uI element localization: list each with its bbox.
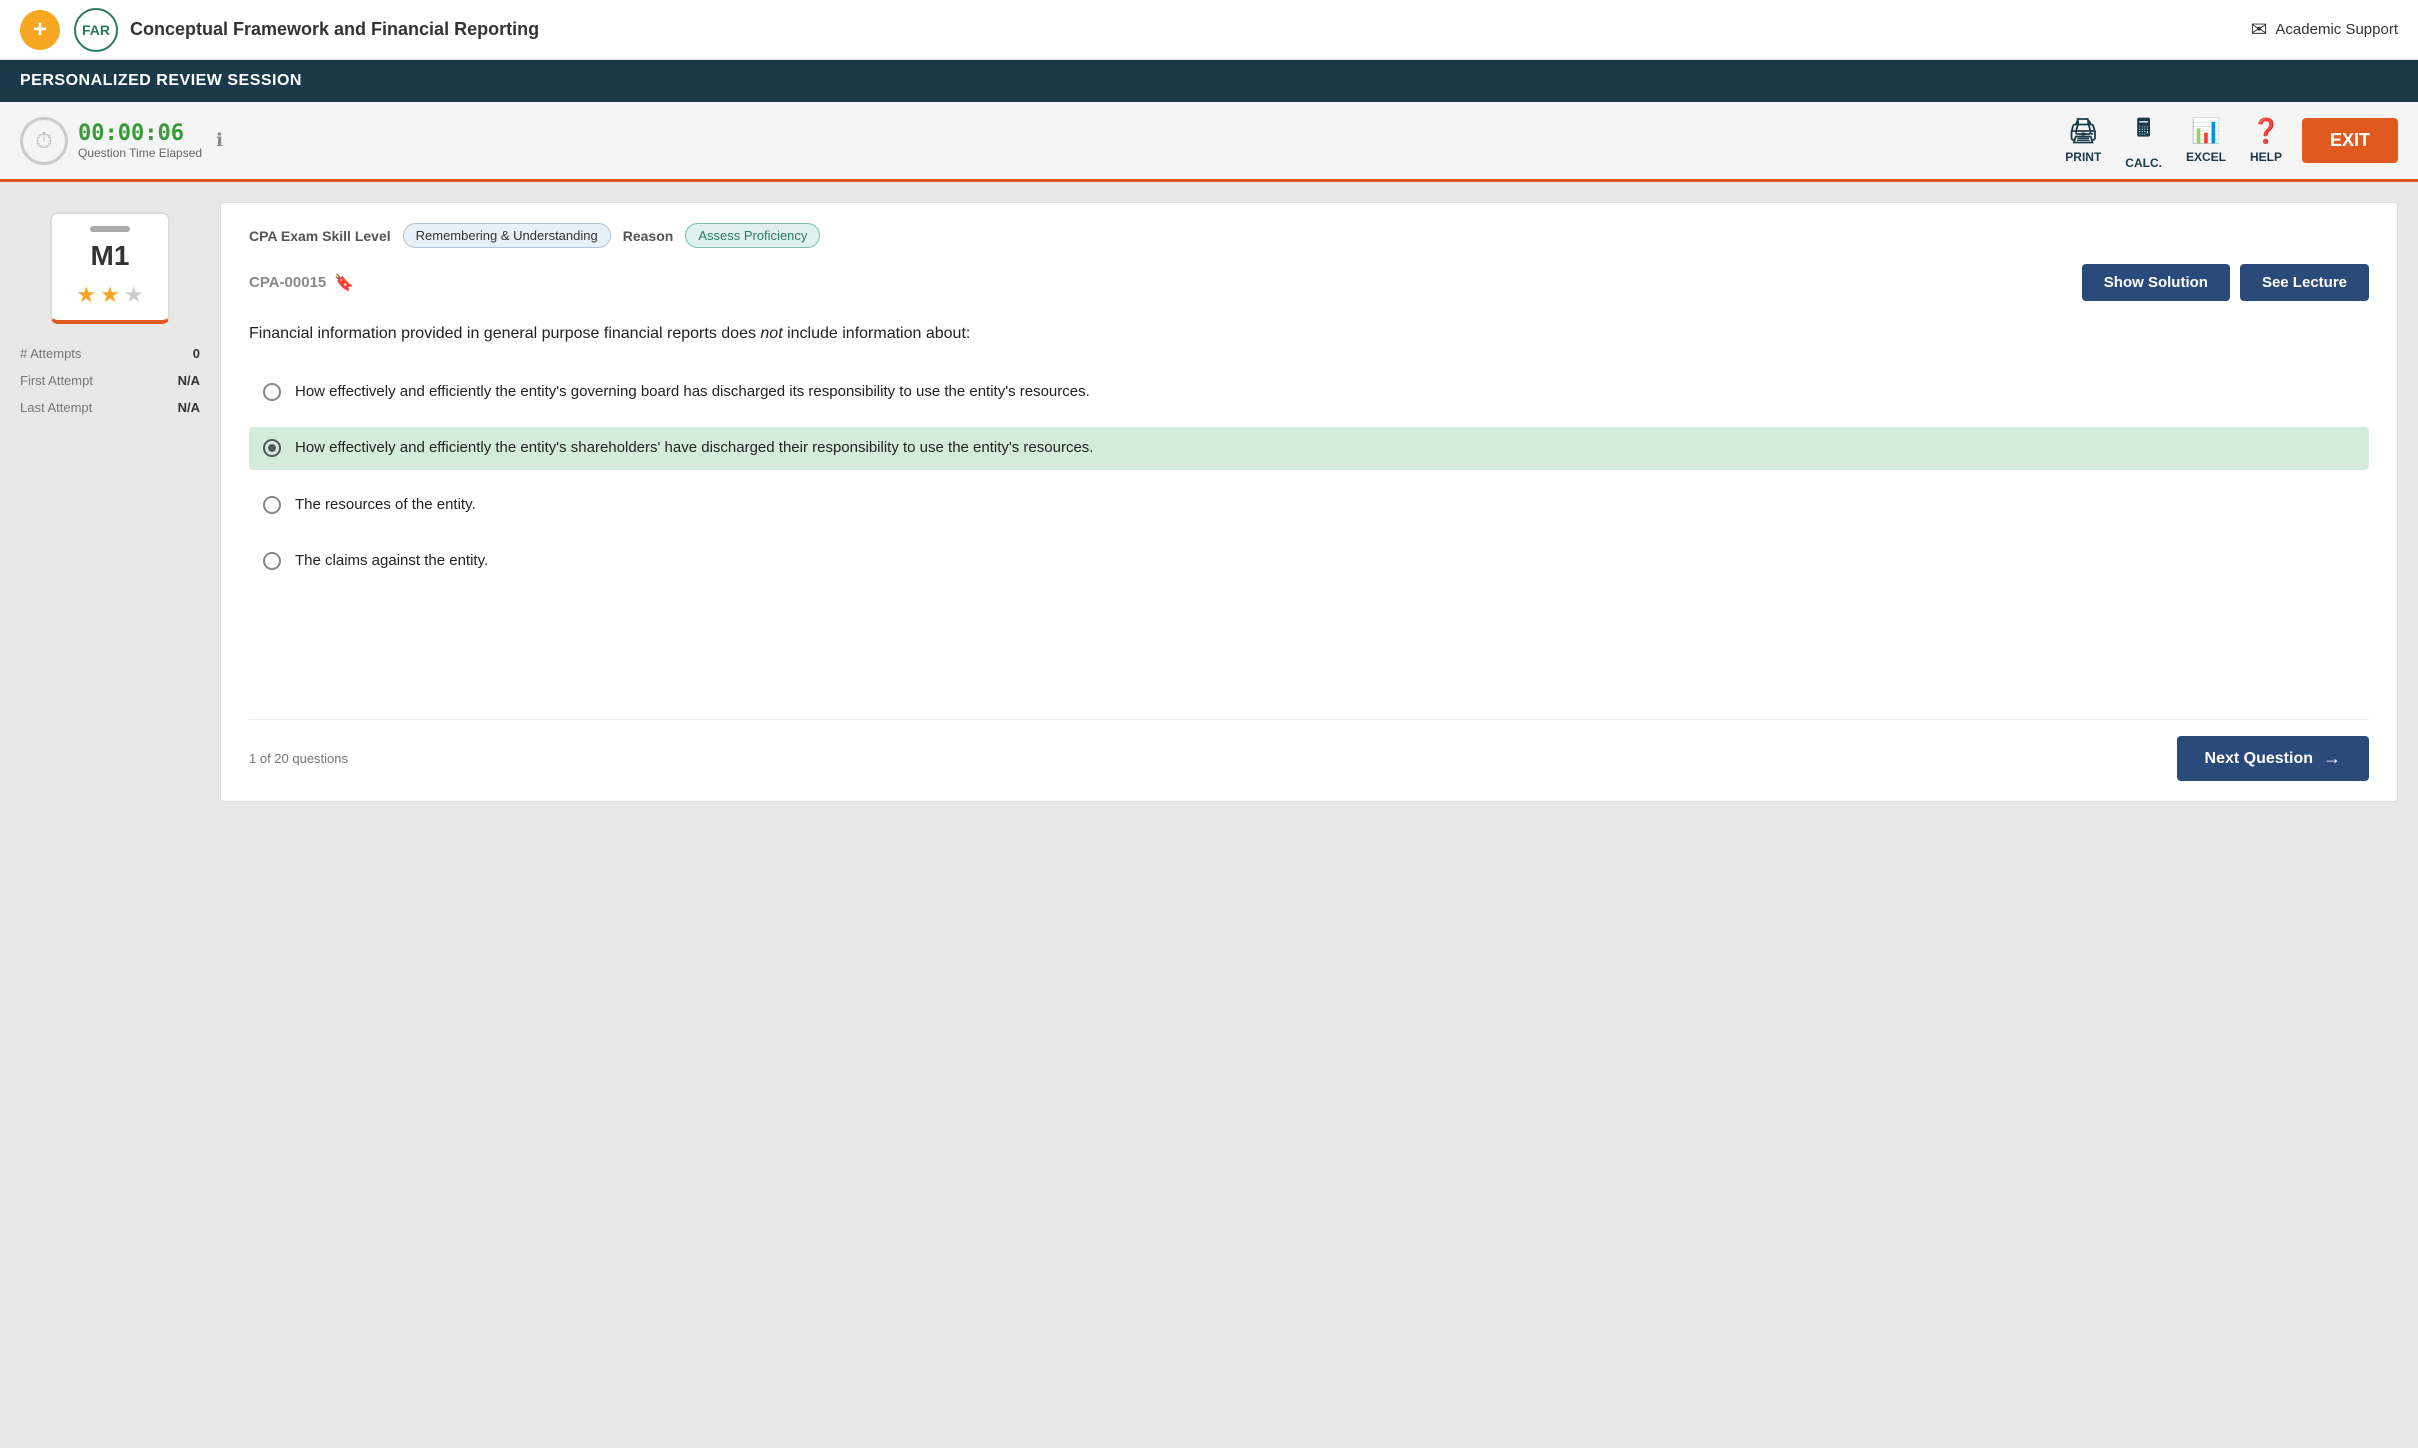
options-list: How effectively and efficiently the enti… — [249, 371, 2369, 691]
show-solution-button[interactable]: Show Solution — [2082, 264, 2230, 301]
first-attempt-label: First Attempt — [20, 373, 93, 388]
radio-b[interactable] — [263, 439, 281, 457]
first-attempt-value: N/A — [178, 373, 200, 388]
timer-value: 00:00:06 — [78, 121, 202, 146]
badge-card: M1 ★ ★ ★ — [50, 212, 170, 324]
action-buttons: Show Solution See Lecture — [2082, 264, 2369, 301]
last-attempt-value: N/A — [178, 400, 200, 415]
session-header: PERSONALIZED REVIEW SESSION — [0, 60, 2418, 102]
question-text: Financial information provided in genera… — [249, 321, 2369, 347]
print-label: PRINT — [2065, 150, 2101, 164]
sidebar: M1 ★ ★ ★ # Attempts 0 First Attempt N/A … — [20, 202, 200, 421]
option-a-text: How effectively and efficiently the enti… — [295, 381, 1090, 404]
clock-icon: ⏱ — [20, 117, 68, 165]
excel-icon: 📊 — [2191, 117, 2221, 146]
question-count: 1 of 20 questions — [249, 751, 348, 766]
see-lecture-button[interactable]: See Lecture — [2240, 264, 2369, 301]
radio-c[interactable] — [263, 496, 281, 514]
question-meta: CPA Exam Skill Level Remembering & Under… — [249, 223, 2369, 248]
help-label: HELP — [2250, 150, 2282, 164]
bookmark-icon[interactable]: 🔖 — [334, 273, 354, 293]
last-attempt-label: Last Attempt — [20, 400, 92, 415]
print-button[interactable]: 🖨 PRINT — [2065, 117, 2101, 164]
cpa-exam-skill-label: CPA Exam Skill Level — [249, 228, 391, 244]
badge-top-bar — [90, 226, 130, 232]
timer-section: ⏱ 00:00:06 Question Time Elapsed ℹ — [20, 117, 223, 165]
option-b-text: How effectively and efficiently the enti… — [295, 437, 1093, 460]
info-icon[interactable]: ℹ — [216, 130, 223, 151]
attempts-value: 0 — [193, 346, 200, 361]
option-d-row[interactable]: The claims against the entity. — [249, 540, 2369, 583]
question-text-before: Financial information provided in genera… — [249, 325, 760, 342]
question-id-section: CPA-00015 🔖 — [249, 273, 354, 293]
question-panel: CPA Exam Skill Level Remembering & Under… — [220, 202, 2398, 802]
calc-icon: 🖩 — [2136, 111, 2150, 152]
radio-d[interactable] — [263, 552, 281, 570]
session-title: PERSONALIZED REVIEW SESSION — [20, 72, 302, 89]
last-attempt-row: Last Attempt N/A — [20, 394, 200, 421]
exit-button[interactable]: EXIT — [2302, 118, 2398, 163]
excel-button[interactable]: 📊 EXCEL — [2186, 117, 2226, 164]
option-a-row[interactable]: How effectively and efficiently the enti… — [249, 371, 2369, 414]
help-button[interactable]: ❓ HELP — [2250, 117, 2282, 164]
toolbar: ⏱ 00:00:06 Question Time Elapsed ℹ 🖨 PRI… — [0, 102, 2418, 182]
badge-label: M1 — [91, 240, 130, 272]
radio-a[interactable] — [263, 383, 281, 401]
timer-label: Question Time Elapsed — [78, 146, 202, 160]
radio-b-inner — [268, 444, 276, 452]
far-badge: FAR — [74, 8, 118, 52]
star-1: ★ — [76, 282, 96, 308]
reason-badge: Assess Proficiency — [685, 223, 820, 248]
calc-label: CALC. — [2125, 156, 2162, 170]
star-2: ★ — [100, 282, 120, 308]
main-content: M1 ★ ★ ★ # Attempts 0 First Attempt N/A … — [0, 182, 2418, 822]
top-navigation: + FAR Conceptual Framework and Financial… — [0, 0, 2418, 60]
academic-support-link[interactable]: ✉ Academic Support — [2251, 17, 2398, 42]
attempts-label: # Attempts — [20, 346, 81, 361]
envelope-icon: ✉ — [2251, 17, 2268, 42]
next-btn-label: Next Question — [2205, 750, 2313, 768]
question-footer: 1 of 20 questions Next Question → — [249, 719, 2369, 781]
calc-button[interactable]: 🖩 CALC. — [2125, 111, 2162, 170]
skill-badge: Remembering & Understanding — [403, 223, 611, 248]
academic-support-label: Academic Support — [2275, 21, 2398, 38]
option-c-row[interactable]: The resources of the entity. — [249, 484, 2369, 527]
option-b-row[interactable]: How effectively and efficiently the enti… — [249, 427, 2369, 470]
help-icon: ❓ — [2251, 117, 2281, 146]
first-attempt-row: First Attempt N/A — [20, 367, 200, 394]
star-3: ★ — [124, 282, 144, 308]
print-icon: 🖨 — [2068, 117, 2098, 146]
question-toolbar: CPA-00015 🔖 Show Solution See Lecture — [249, 264, 2369, 301]
question-id-text: CPA-00015 — [249, 274, 326, 291]
nav-title: Conceptual Framework and Financial Repor… — [130, 19, 2251, 40]
toolbar-actions: 🖨 PRINT 🖩 CALC. 📊 EXCEL ❓ HELP — [2065, 111, 2282, 170]
option-c-text: The resources of the entity. — [295, 494, 476, 517]
next-question-button[interactable]: Next Question → — [2177, 736, 2369, 781]
attempts-row: # Attempts 0 — [20, 340, 200, 367]
stats-section: # Attempts 0 First Attempt N/A Last Atte… — [20, 340, 200, 421]
arrow-right-icon: → — [2323, 748, 2341, 769]
question-text-after: include information about: — [783, 325, 971, 342]
reason-label: Reason — [623, 228, 674, 244]
excel-label: EXCEL — [2186, 150, 2226, 164]
plus-icon: + — [20, 10, 60, 50]
stars-row: ★ ★ ★ — [76, 282, 143, 308]
timer-info: 00:00:06 Question Time Elapsed — [78, 121, 202, 160]
option-d-text: The claims against the entity. — [295, 550, 488, 573]
question-text-italic: not — [760, 325, 782, 342]
